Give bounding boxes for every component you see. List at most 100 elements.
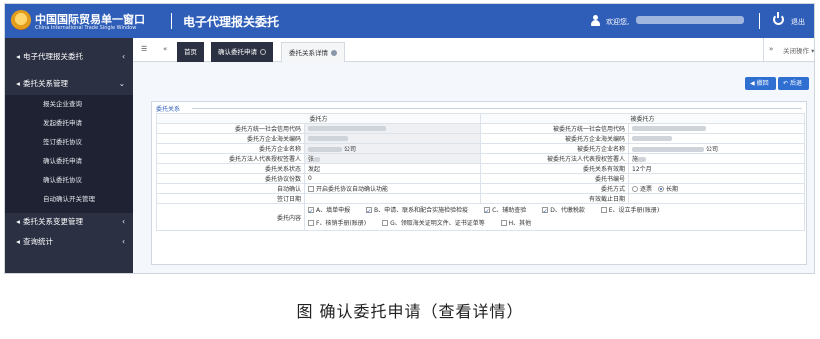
logout-divider [759, 13, 760, 29]
redacted-value [314, 157, 321, 162]
content-options-row-1: A、填单申报 B、申请、联系和配合实施检验检疫 C、辅助查验 D、代缴税款 E、… [308, 205, 801, 218]
field-label: 委托内容 [156, 203, 305, 231]
chevron-left-icon: ‹ [122, 237, 125, 246]
checkbox[interactable] [308, 205, 314, 218]
table-row: 委托关系状态 发起 委托关系有效期 12个月 [156, 163, 806, 174]
sidebar-item-confirm-request[interactable]: 确认委托申请 [43, 152, 133, 171]
table-row: 自动确认 开启委托协议自动确认功能 委托方式 逐票 长期 [156, 183, 806, 194]
close-icon[interactable] [260, 49, 266, 55]
field-label: 委托协议份数 [156, 173, 305, 184]
field-label: 被委托方统一社会信用代码 [480, 123, 630, 134]
checkbox[interactable] [500, 220, 507, 226]
redacted-value [308, 126, 386, 131]
sidebar-item-agency-customs[interactable]: ◂ 电子代理报关委托 ‹ [5, 46, 133, 68]
field-value: 12个月 [628, 163, 806, 174]
sidebar-item-label: 委托关系管理 [23, 79, 68, 88]
logout-link[interactable]: 退出 [791, 17, 805, 27]
field-value: 发起 [303, 163, 482, 174]
field-label: 委托方企业海关编码 [156, 133, 305, 144]
auto-confirm-field: 开启委托协议自动确认功能 [303, 183, 482, 194]
tab-relationship-detail[interactable]: 委托关系详情 [281, 42, 345, 62]
field-label: 被委托方企业名称 [480, 143, 630, 154]
field-value [303, 123, 482, 134]
menu-icon: ◂ [16, 79, 20, 88]
hamburger-icon[interactable]: ☰ [141, 45, 147, 53]
field-label: 委托方式 [480, 183, 630, 194]
tab-home[interactable]: 首页 [177, 42, 204, 62]
app-title: 电子代理报关委托 [183, 15, 280, 29]
content-option-d[interactable]: D、代缴税款 [542, 205, 585, 218]
field-label: 被委托方企业海关编码 [480, 133, 630, 144]
chevron-left-icon: ‹ [122, 52, 125, 61]
tab-bar: ☰ « 首页 确认委托申请 委托关系详情 » 关闭操作 ▾ [133, 38, 814, 62]
panel-title: 委托关系 [156, 106, 181, 113]
close-operations-menu[interactable]: 关闭操作 ▾ [783, 45, 814, 55]
username-redacted [636, 16, 744, 24]
principal-header: 委托方 [155, 113, 482, 124]
content-option-g[interactable]: G、领取海关证明文件、证书证单等 [382, 217, 485, 230]
content-option-h[interactable]: H、其他 [500, 217, 531, 230]
scroll-left-icon[interactable]: « [163, 45, 167, 53]
content-option-b[interactable]: B、申请、联系和配合实施检验检疫 [366, 205, 468, 218]
content-option-c[interactable]: C、辅助查验 [484, 205, 526, 218]
sidebar-item-confirm-agreement[interactable]: 确认委托协议 [43, 171, 133, 190]
table-row: 委托方企业海关编码 被委托方企业海关编码 [156, 133, 806, 144]
panel-divider [192, 108, 802, 109]
method-field: 逐票 长期 [628, 183, 806, 194]
field-value: 0 [303, 173, 482, 184]
relationship-panel: 委托关系 委托方 被委托方 委托方统一社会信用代码 被委托方统一社会信用代码 委… [151, 101, 807, 265]
checkbox[interactable] [542, 205, 549, 218]
close-icon[interactable] [331, 50, 337, 56]
sidebar-item-change-mgmt[interactable]: ◂ 委托关系变更管理 ‹ [5, 211, 133, 233]
content-option-e[interactable]: E、设立手册(账册) [600, 205, 659, 218]
app-screen: 中国国际贸易单一窗口 China International Trade Sin… [4, 3, 815, 274]
field-value [303, 133, 482, 144]
logo-emblem-icon [11, 10, 31, 30]
checkbox[interactable] [484, 205, 491, 218]
field-value [628, 123, 806, 134]
content-options-row-2: F、核销手册(账册) G、领取海关证明文件、证书证单等 H、其他 [308, 217, 801, 230]
sidebar-item-label: 查询统计 [23, 237, 53, 246]
checkbox[interactable] [366, 205, 373, 218]
content-option-f[interactable]: F、核销手册(账册) [308, 217, 366, 230]
welcome-text: 欢迎您, [606, 18, 630, 26]
field-value: 公司 [303, 143, 482, 154]
sidebar-item-relationship-mgmt[interactable]: ◂ 委托关系管理 ⌄ [5, 73, 133, 95]
menu-icon: ◂ [16, 237, 20, 246]
checkbox[interactable] [600, 207, 607, 213]
table-row: 委托方企业名称 公司 被委托方企业名称 公司 [156, 143, 806, 154]
field-label: 委托方法人代表授权签署人 [156, 153, 305, 164]
sidebar-item-sign-agreement[interactable]: 签订委托协议 [43, 133, 133, 152]
chevron-down-icon: ⌄ [118, 79, 125, 88]
field-label: 委托关系有效期 [480, 163, 630, 174]
figure-caption: 图 确认委托申请（查看详情） [296, 302, 524, 321]
field-label: 签订日期 [156, 193, 305, 204]
withdraw-button[interactable]: ◀ 撤回 [745, 77, 776, 90]
method-radio-long-term[interactable] [657, 186, 664, 192]
redacted-value [632, 147, 705, 152]
field-label: 自动确认 [156, 183, 305, 194]
scroll-right-icon[interactable]: » [769, 45, 773, 53]
undo-icon: ↶ [783, 80, 789, 87]
sidebar-item-broker-search[interactable]: 报关企业查询 [43, 95, 133, 114]
auto-confirm-checkbox[interactable] [308, 186, 314, 192]
checkbox[interactable] [382, 220, 389, 226]
power-icon[interactable] [773, 12, 784, 25]
user-icon [590, 15, 600, 26]
checkbox[interactable] [308, 220, 314, 226]
sidebar-item-auto-confirm-switch[interactable]: 自动确认开关管理 [43, 190, 133, 209]
sidebar-item-initiate-request[interactable]: 发起委托申请 [43, 114, 133, 133]
content-option-a[interactable]: A、填单申报 [308, 205, 350, 218]
method-radio-per-ticket[interactable] [632, 186, 639, 192]
sign-date-value [303, 193, 482, 204]
back-button[interactable]: ↶ 后退 [778, 77, 810, 90]
redacted-value [632, 126, 707, 131]
redacted-value [308, 136, 348, 141]
sidebar-item-label: 委托关系变更管理 [23, 217, 83, 226]
redacted-value [308, 147, 342, 152]
field-label: 委托方企业名称 [156, 143, 305, 154]
sidebar-item-statistics[interactable]: ◂ 查询统计 ‹ [5, 231, 133, 253]
relationship-table: 委托方 被委托方 委托方统一社会信用代码 被委托方统一社会信用代码 委托方企业海… [155, 113, 806, 231]
tab-confirm-request[interactable]: 确认委托申请 [211, 42, 273, 62]
redacted-value [638, 157, 647, 162]
